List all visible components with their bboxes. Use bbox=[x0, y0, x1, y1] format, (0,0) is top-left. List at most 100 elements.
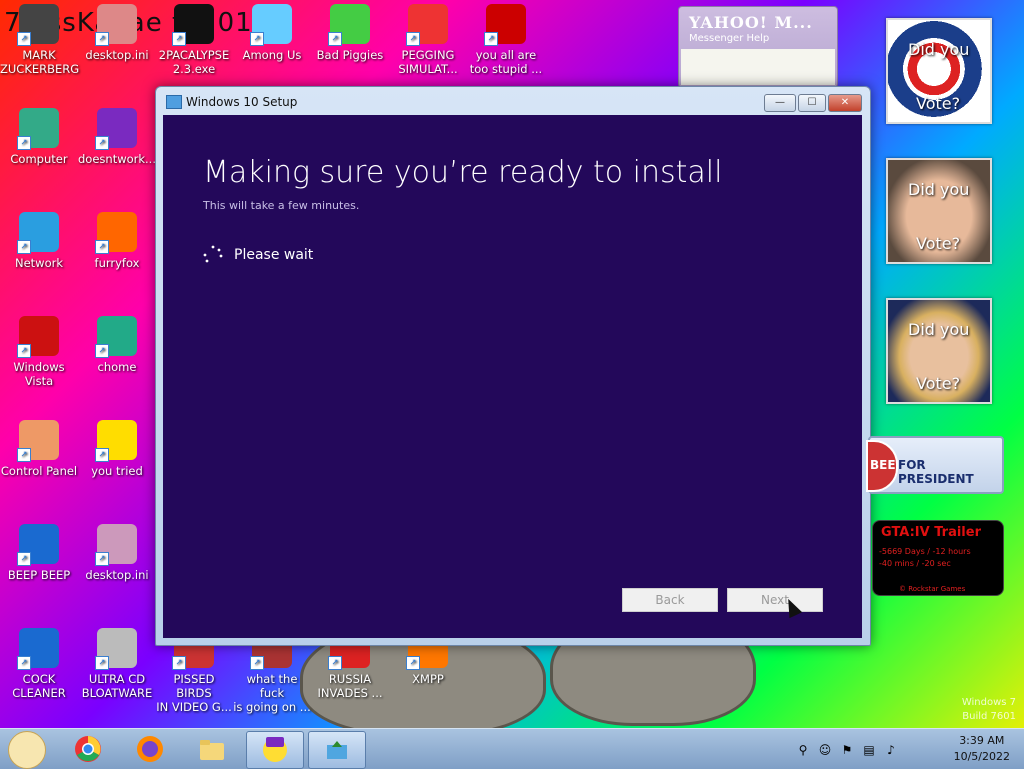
back-button[interactable]: Back bbox=[622, 588, 718, 612]
app-icon: ↗ bbox=[17, 108, 59, 150]
flag-icon[interactable]: ⚑ bbox=[840, 743, 854, 757]
desktop-icon-label: Network bbox=[14, 256, 64, 270]
shortcut-arrow-icon: ↗ bbox=[17, 344, 31, 358]
desktop-icon-label: what the fuck is going on ... bbox=[233, 672, 311, 714]
taskbar-clock[interactable]: 3:39 AM 10/5/2022 bbox=[954, 733, 1010, 765]
desktop-icon-label: BEEP BEEP bbox=[7, 568, 71, 582]
desktop-icon[interactable]: ↗ ULTRA CD BLOATWARE bbox=[78, 628, 156, 700]
clock-date: 10/5/2022 bbox=[953, 750, 1010, 763]
app-icon: ↗ bbox=[95, 4, 137, 46]
app-icon: ↗ bbox=[95, 628, 137, 670]
desktop-icon-label: COCK CLEANER bbox=[12, 672, 66, 700]
desktop-icon-label: 2PACALYPSE 2.3.exe bbox=[158, 48, 230, 76]
desktop-icon-label: XMPP bbox=[412, 672, 444, 686]
desktop-icon[interactable]: ↗ COCK CLEANER bbox=[0, 628, 78, 700]
app-icon: ↗ bbox=[172, 4, 214, 46]
desktop-icon[interactable]: ↗ chome bbox=[78, 316, 156, 374]
shortcut-arrow-icon: ↗ bbox=[17, 32, 31, 46]
shortcut-arrow-icon: ↗ bbox=[172, 656, 186, 670]
president-banner[interactable]: BEE FOR PRESIDENT bbox=[866, 436, 1004, 494]
app-icon: ↗ bbox=[328, 4, 370, 46]
shortcut-arrow-icon: ↗ bbox=[172, 32, 186, 46]
desktop-icon-label: Windows Vista bbox=[13, 360, 65, 388]
watermark-line2: Build 7601 bbox=[962, 711, 1016, 722]
clock-time: 3:39 AM bbox=[959, 734, 1005, 747]
desktop-icon[interactable]: ↗ Computer bbox=[0, 108, 78, 166]
app-icon: ↗ bbox=[406, 4, 448, 46]
app-icon: ↗ bbox=[17, 212, 59, 254]
desktop-icon[interactable]: ↗ PEGGING SIMULAT... bbox=[389, 4, 467, 76]
desktop-icon[interactable]: ↗ Control Panel bbox=[0, 420, 78, 478]
search-icon[interactable]: ⚲ bbox=[796, 743, 810, 757]
close-button[interactable]: ✕ bbox=[828, 94, 862, 112]
window-titlebar[interactable]: Windows 10 Setup — ☐ ✕ bbox=[156, 87, 870, 115]
desktop-icon-label: desktop.ini bbox=[85, 48, 149, 62]
taskbar-setup-icon[interactable] bbox=[308, 731, 366, 769]
president-prefix: BEE bbox=[870, 458, 896, 472]
app-icon: ↗ bbox=[17, 524, 59, 566]
desktop-icon-label: Among Us bbox=[242, 48, 302, 62]
shortcut-arrow-icon: ↗ bbox=[17, 552, 31, 566]
taskbar-yahoo-icon[interactable] bbox=[246, 731, 304, 769]
start-button[interactable] bbox=[8, 731, 46, 769]
desktop-icon[interactable]: ↗ desktop.ini bbox=[78, 4, 156, 62]
desktop-icon[interactable]: ↗ 2PACALYPSE 2.3.exe bbox=[155, 4, 233, 76]
shortcut-arrow-icon: ↗ bbox=[17, 240, 31, 254]
gta-countdown-1: -5669 Days / -12 hours bbox=[879, 547, 971, 556]
president-text: FOR PRESIDENT bbox=[898, 458, 974, 486]
taskbar-chrome-icon[interactable] bbox=[60, 731, 116, 767]
shortcut-arrow-icon: ↗ bbox=[406, 656, 420, 670]
desktop-icon-label: Computer bbox=[10, 152, 68, 166]
volume-icon[interactable]: ♪ bbox=[884, 743, 898, 757]
taskbar-firefox-icon[interactable] bbox=[122, 731, 178, 767]
gta-credit: © Rockstar Games bbox=[899, 585, 966, 593]
app-icon: ↗ bbox=[95, 108, 137, 150]
windows-setup-window: Windows 10 Setup — ☐ ✕ Making sure you’r… bbox=[155, 86, 871, 646]
watermark-line1: Windows 7 bbox=[961, 697, 1016, 708]
vote-poster-mccain[interactable]: Did you Vote? bbox=[886, 158, 992, 264]
shortcut-arrow-icon: ↗ bbox=[406, 32, 420, 46]
desktop-icon[interactable]: ↗ Bad Piggies bbox=[311, 4, 389, 62]
desktop-icon[interactable]: ↗ MARK ZUCKERBERG bbox=[0, 4, 80, 76]
poster-line1: Did you bbox=[908, 40, 970, 59]
network-icon[interactable]: ▤ bbox=[862, 743, 876, 757]
desktop-icon[interactable]: ↗ Network bbox=[0, 212, 78, 270]
setup-content: Making sure you’re ready to install This… bbox=[163, 115, 862, 638]
shortcut-arrow-icon: ↗ bbox=[95, 136, 109, 150]
maximize-button[interactable]: ☐ bbox=[798, 94, 826, 112]
next-button[interactable]: Next bbox=[727, 588, 823, 612]
desktop-icon-label: chome bbox=[97, 360, 137, 374]
yahoo-messenger-window[interactable]: YAHOO! M... Messenger Help bbox=[678, 6, 838, 88]
desktop-icon[interactable]: ↗ desktop.ini bbox=[78, 524, 156, 582]
desktop-icon-label: MARK ZUCKERBERG bbox=[0, 48, 80, 76]
smiley-icon[interactable]: ☺ bbox=[818, 743, 832, 757]
shortcut-arrow-icon: ↗ bbox=[95, 32, 109, 46]
shortcut-arrow-icon: ↗ bbox=[95, 344, 109, 358]
poster-line1: Did you bbox=[908, 180, 970, 199]
desktop-icon[interactable]: ↗ you all are too stupid ... bbox=[467, 4, 545, 76]
desktop-icon[interactable]: ↗ Windows Vista bbox=[0, 316, 78, 388]
yahoo-menu[interactable]: Messenger Help bbox=[689, 33, 769, 44]
app-icon: ↗ bbox=[17, 420, 59, 462]
shortcut-arrow-icon: ↗ bbox=[17, 656, 31, 670]
desktop-icon[interactable]: ↗ furryfox bbox=[78, 212, 156, 270]
desktop-icon[interactable]: ↗ BEEP BEEP bbox=[0, 524, 78, 582]
desktop-icon[interactable]: ↗ you tried bbox=[78, 420, 156, 478]
poster-line2: Vote? bbox=[916, 94, 961, 113]
yahoo-messenger-icon bbox=[263, 737, 287, 762]
desktop-icon-label: Control Panel bbox=[0, 464, 78, 478]
vote-poster-obama[interactable]: Did you Vote? bbox=[886, 18, 992, 124]
vote-poster-clinton[interactable]: Did you Vote? bbox=[886, 298, 992, 404]
poster-line2: Vote? bbox=[916, 374, 961, 393]
gta-trailer-gadget[interactable]: GTA:IV Trailer -5669 Days / -12 hours -4… bbox=[872, 520, 1004, 596]
desktop-icon[interactable]: ↗ Among Us bbox=[233, 4, 311, 62]
minimize-button[interactable]: — bbox=[764, 94, 796, 112]
windows-watermark: Windows 7 Build 7601 bbox=[962, 696, 1016, 724]
taskbar-explorer-icon[interactable] bbox=[184, 731, 240, 767]
app-icon: ↗ bbox=[17, 4, 59, 46]
desktop-icon[interactable]: ↗ doesntwork... bbox=[78, 108, 156, 166]
taskbar: ⚲ ☺ ⚑ ▤ ♪ 3:39 AM 10/5/2022 bbox=[0, 728, 1024, 769]
desktop-icon-label: you all are too stupid ... bbox=[469, 48, 543, 76]
setup-heading: Making sure you’re ready to install bbox=[203, 155, 723, 190]
app-icon: ↗ bbox=[17, 628, 59, 670]
